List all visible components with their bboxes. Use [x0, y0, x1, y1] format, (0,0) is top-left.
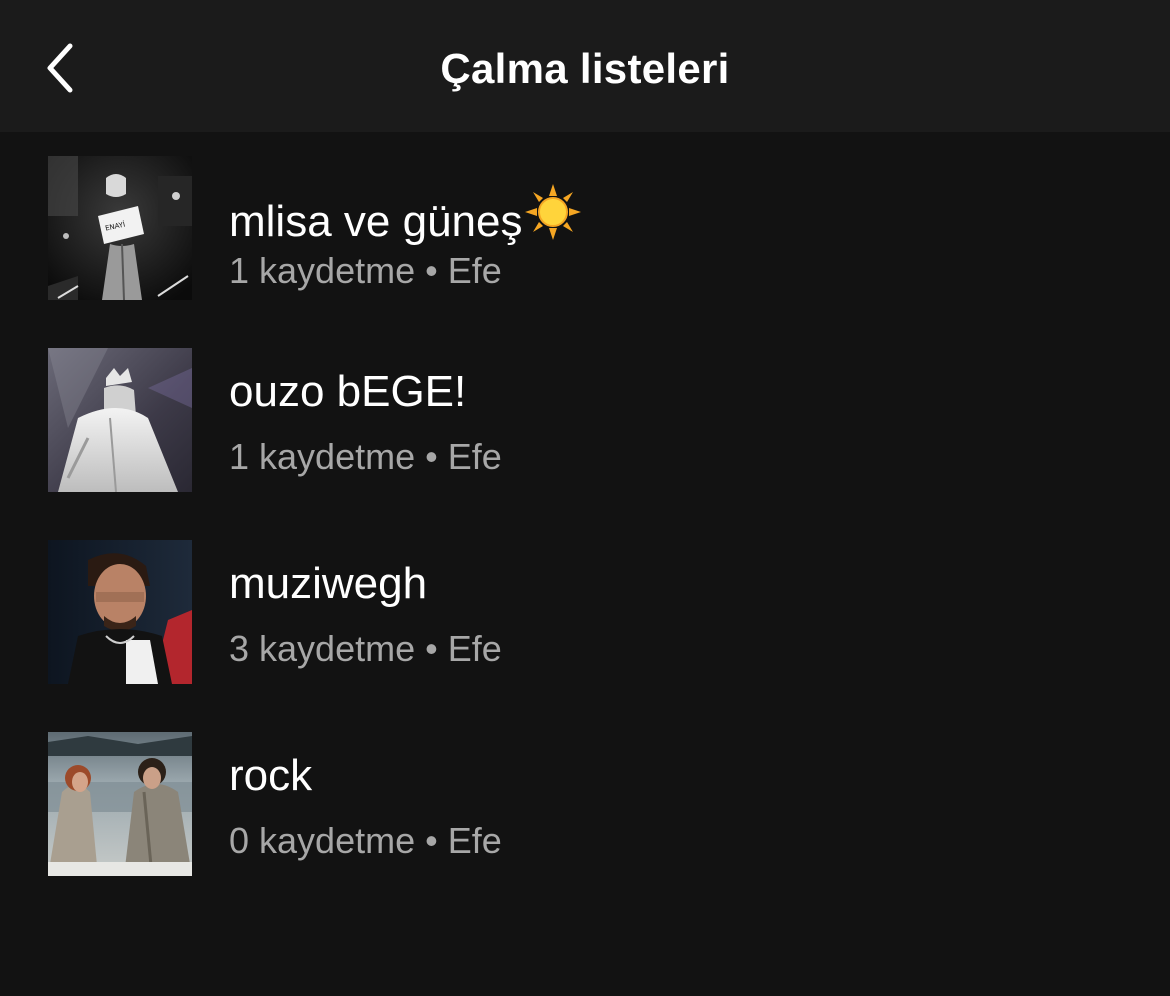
- playlist-cover-image: [48, 732, 192, 876]
- playlist-title: muziwegh: [229, 559, 428, 608]
- chevron-left-icon: [47, 43, 73, 93]
- playlist-cover-image: [48, 540, 192, 684]
- top-bar: Çalma listeleri: [0, 0, 1170, 132]
- playlist-item[interactable]: muziwegh 3 kaydetme • Efe: [0, 516, 1170, 696]
- playlist-title: ouzo bEGE!: [229, 367, 467, 416]
- playlist-meta: 1 kaydetme • Efe: [229, 436, 502, 477]
- playlist-item[interactable]: rock 0 kaydetme • Efe: [0, 708, 1170, 888]
- page-title: Çalma listeleri: [440, 45, 730, 92]
- playlist-meta: 1 kaydetme • Efe: [229, 250, 502, 291]
- playlist-cover-image: [48, 348, 192, 492]
- playlist-title: mlisa ve güneş: [229, 182, 583, 247]
- playlist-meta: 3 kaydetme • Efe: [229, 628, 502, 669]
- playlist-meta: 0 kaydetme • Efe: [229, 820, 502, 861]
- sun-emoji-icon: [525, 184, 582, 240]
- playlist-item[interactable]: ouzo bEGE! 1 kaydetme • Efe: [0, 324, 1170, 504]
- playlist-cover-image: ENAYİ: [48, 156, 192, 300]
- playlist-item[interactable]: ENAYİ mlisa ve güneş 1 kaydetme • Efe: [0, 132, 1170, 312]
- back-button[interactable]: [30, 33, 90, 103]
- playlist-title: rock: [229, 751, 313, 800]
